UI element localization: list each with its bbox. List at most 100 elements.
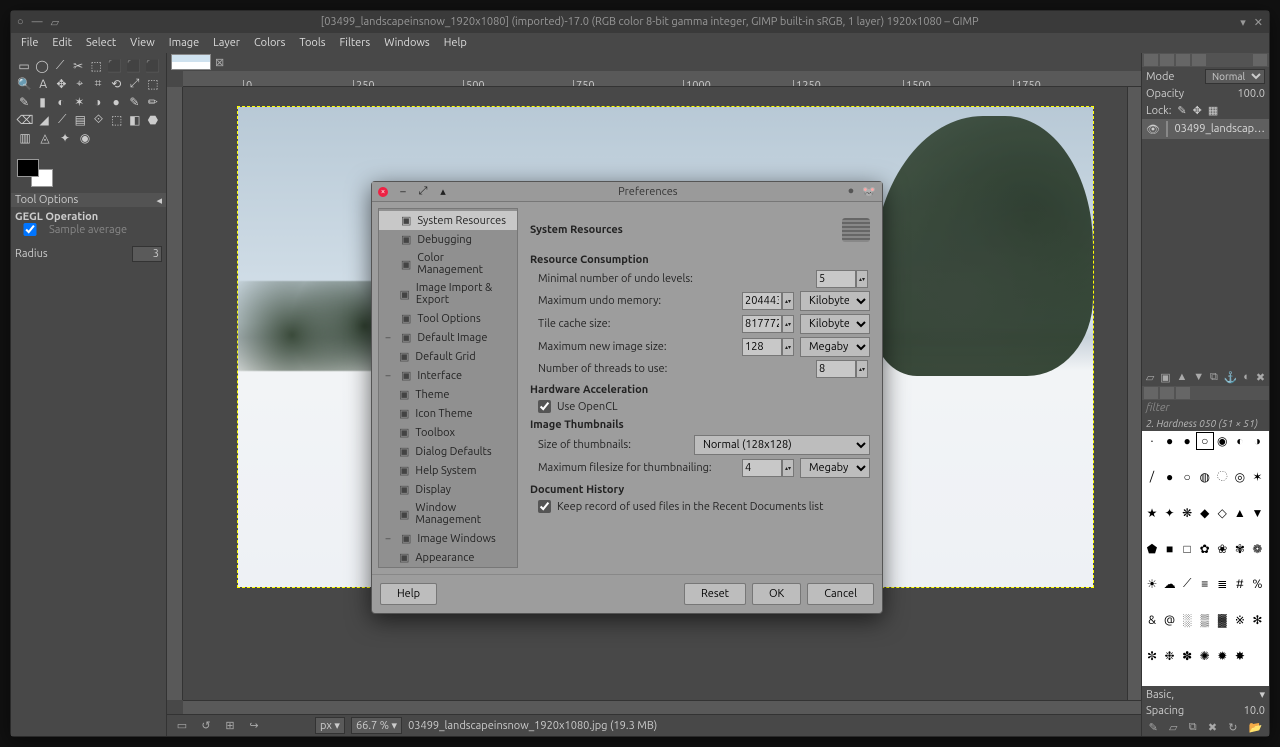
brush-preset[interactable]: ▒ <box>1197 612 1213 628</box>
tool-icon[interactable]: ◢ <box>37 112 51 128</box>
tool-icon[interactable]: ✶ <box>72 94 86 110</box>
horizontal-scrollbar[interactable] <box>183 700 1141 714</box>
new-layer-icon[interactable]: ▱ <box>1146 371 1154 384</box>
nav-tool-options[interactable]: ▣Tool Options <box>379 309 517 328</box>
new-image-size-input[interactable] <box>742 338 782 356</box>
lower-layer-icon[interactable]: ▼ <box>1193 371 1204 384</box>
brush-preset[interactable]: ≣ <box>1214 576 1230 592</box>
lock-alpha-icon[interactable]: ▦ <box>1208 104 1218 117</box>
thumbnail-max-unit[interactable]: Megabytes <box>800 458 870 478</box>
tool-icon[interactable]: ⬛ <box>107 58 122 74</box>
brush-btn[interactable]: ↻ <box>1228 721 1237 734</box>
undo-memory-unit[interactable]: Kilobytes <box>800 291 870 311</box>
brush-preset[interactable]: ░ <box>1179 612 1195 628</box>
tool-icon[interactable]: ⟋ <box>53 58 67 74</box>
brush-preset[interactable]: ▓ <box>1214 612 1230 628</box>
brush-preset[interactable]: ★ <box>1144 505 1160 521</box>
undo-levels-input[interactable] <box>816 270 856 288</box>
nav-theme[interactable]: ▣Theme <box>379 385 517 404</box>
brush-preset[interactable]: ○ <box>1179 469 1195 485</box>
threads-input[interactable] <box>816 360 856 378</box>
menu-help[interactable]: Help <box>444 37 467 49</box>
tool-icon[interactable]: ◯ <box>35 58 49 74</box>
ok-button[interactable]: OK <box>752 583 801 605</box>
undo-memory-input[interactable] <box>742 292 782 310</box>
image-tab-thumb[interactable] <box>171 54 211 70</box>
brush-preset[interactable]: ※ <box>1232 612 1248 628</box>
brush-preset[interactable]: ◇ <box>1214 505 1230 521</box>
tool-icon[interactable]: ✦ <box>57 130 73 146</box>
raise-layer-icon[interactable]: ▲ <box>1177 371 1188 384</box>
layer-row[interactable]: 👁 03499_landscap… <box>1142 119 1269 139</box>
nav-color-management[interactable]: ▣Color Management <box>379 249 517 279</box>
brush-btn[interactable]: ⧉ <box>1189 721 1197 734</box>
tool-icon[interactable]: ◑ <box>91 94 105 110</box>
brush-preset[interactable]: ≡ <box>1197 576 1213 592</box>
brush-preset[interactable]: ▼ <box>1249 505 1265 521</box>
tool-icon[interactable]: ⌫ <box>17 112 33 128</box>
dialog-close-icon[interactable]: × <box>378 187 388 197</box>
brush-preset[interactable]: ● <box>1162 433 1178 449</box>
brush-preset[interactable]: ❁ <box>1249 541 1265 557</box>
tool-icon[interactable]: ◬ <box>37 130 53 146</box>
brush-btn[interactable]: 📂 <box>1249 721 1263 734</box>
nav-image-import-export[interactable]: ▣Image Import & Export <box>379 279 517 309</box>
brush-preset[interactable]: ⟋ <box>1179 576 1195 592</box>
cancel-button[interactable]: Cancel <box>807 583 874 605</box>
help-button[interactable]: Help <box>380 583 437 605</box>
window-menu-icon[interactable]: ○ <box>17 16 24 29</box>
tool-icon[interactable] <box>97 130 113 146</box>
unit-select[interactable]: px ▾ <box>315 717 345 734</box>
dialog-up-icon[interactable]: ▴ <box>438 187 448 197</box>
dialog-maximize-icon[interactable]: ⤢ <box>418 187 428 197</box>
brush-preset[interactable]: ◐ <box>1232 433 1248 449</box>
brush-preset[interactable]: ✸ <box>1232 648 1248 664</box>
nav-dialog-defaults[interactable]: ▣Dialog Defaults <box>379 442 517 461</box>
nav-help-system[interactable]: ▣Help System <box>379 461 517 480</box>
tool-icon[interactable]: ⟐ <box>91 112 105 128</box>
reset-button[interactable]: Reset <box>684 583 746 605</box>
nav-image-windows[interactable]: −▣Image Windows <box>379 529 517 548</box>
tool-icon[interactable]: ⬛ <box>126 58 141 74</box>
brush-preset[interactable]: ✿ <box>1197 541 1213 557</box>
menu-edit[interactable]: Edit <box>52 37 72 49</box>
duplicate-layer-icon[interactable]: ⧉ <box>1210 371 1218 384</box>
brush-grid[interactable]: ·●●○◉◐◑/●○◍◌◎✶★✦❋◆◇▲▼⬟■□✿❀✾❁☀☁⟋≡≣#%&@░▒▓… <box>1142 431 1269 686</box>
brush-preset[interactable]: ✺ <box>1197 648 1213 664</box>
dialog-shade-icon[interactable]: ● <box>848 185 855 198</box>
menu-select[interactable]: Select <box>86 37 116 49</box>
tool-icon[interactable]: A <box>36 76 50 92</box>
tool-icon[interactable]: ✎ <box>127 94 141 110</box>
brush-btn[interactable]: ✖ <box>1208 721 1217 734</box>
tool-icon[interactable]: ⬚ <box>146 76 160 92</box>
tool-icon[interactable]: ✎ <box>17 94 31 110</box>
image-tab-close-icon[interactable]: ⊠ <box>215 56 224 69</box>
brush-preset[interactable]: ○ <box>1197 433 1213 449</box>
brush-btn[interactable]: ✎ <box>1149 721 1158 734</box>
maximize-icon[interactable]: ▱ <box>51 16 59 29</box>
tool-icon[interactable]: 🔍 <box>17 76 32 92</box>
nav-title-status[interactable]: ▣Title & Status <box>379 567 517 568</box>
tile-cache-input[interactable] <box>742 315 782 333</box>
opencl-checkbox[interactable]: Use OpenCL <box>530 400 870 413</box>
brush-preset[interactable]: ✹ <box>1214 648 1230 664</box>
fg-color[interactable] <box>17 159 39 177</box>
brush-preset[interactable]: ■ <box>1162 541 1178 557</box>
tool-icon[interactable]: ◧ <box>128 112 142 128</box>
menu-view[interactable]: View <box>130 37 155 49</box>
tool-icon[interactable]: ⬣ <box>146 112 160 128</box>
tool-icon[interactable]: ▮ <box>35 94 49 110</box>
minimize-icon[interactable]: — <box>32 16 43 29</box>
nav-appearance[interactable]: ▣Appearance <box>379 548 517 567</box>
tool-icon[interactable]: ▤ <box>73 112 87 128</box>
tool-icon[interactable]: ⌗ <box>91 76 105 92</box>
brush-preset[interactable]: ▲ <box>1232 505 1248 521</box>
tool-icon[interactable]: ⤢ <box>127 76 141 92</box>
tool-icon[interactable]: ✂ <box>71 58 85 74</box>
brush-preset[interactable]: ◑ <box>1249 433 1265 449</box>
menu-tools[interactable]: Tools <box>299 37 325 49</box>
brush-preset[interactable]: ❉ <box>1162 648 1178 664</box>
brush-preset[interactable]: ◆ <box>1197 505 1213 521</box>
brush-preset[interactable]: ● <box>1162 469 1178 485</box>
tool-icon[interactable]: ● <box>109 94 123 110</box>
